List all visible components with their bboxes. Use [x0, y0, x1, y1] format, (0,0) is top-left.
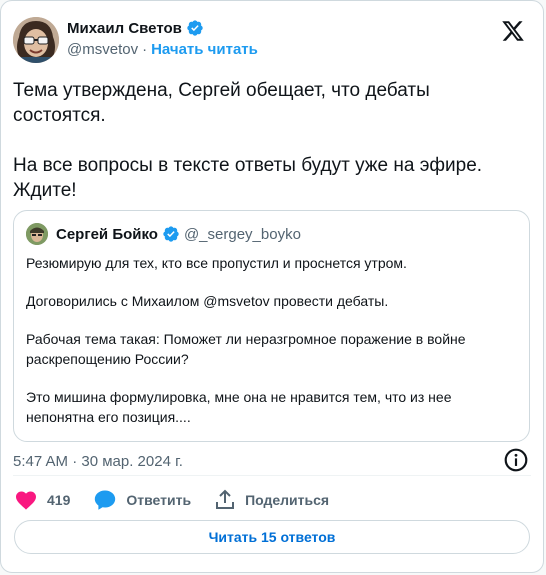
share-label: Поделиться — [245, 492, 330, 508]
follow-link[interactable]: Начать читать — [151, 41, 258, 58]
quote-paragraph: Рабочая тема такая: Поможет ли неразгром… — [26, 331, 466, 367]
action-bar: 419 Ответить Поделиться — [13, 485, 351, 515]
author-avatar[interactable] — [13, 17, 59, 63]
quote-author-name: Сергей Бойко — [56, 225, 158, 243]
read-replies-button[interactable]: Читать 15 ответов — [14, 520, 530, 554]
tweet-timestamp[interactable]: 5:47 AM · 30 мар. 2024 г. — [13, 453, 183, 470]
verified-badge-icon — [186, 19, 204, 37]
tweet-paragraph: Тема утверждена, Сергей обещает, что деб… — [13, 80, 430, 126]
quote-text: Резюмирую для тех, кто все пропустил и п… — [26, 253, 521, 445]
verified-badge-icon — [162, 225, 180, 243]
tweet-card: Михаил Светов @msvetov · Начать читать Т… — [0, 0, 544, 573]
quote-author-avatar — [26, 223, 48, 245]
tweet-header: Михаил Светов @msvetov · Начать читать — [13, 15, 531, 65]
divider — [13, 475, 531, 476]
reply-bubble-icon — [95, 490, 116, 510]
share-icon — [216, 489, 235, 509]
tweet-paragraph: На все вопросы в тексте ответы будут уже… — [13, 155, 483, 201]
like-button[interactable]: 419 — [13, 488, 70, 512]
info-icon[interactable] — [503, 447, 529, 473]
author-display-name[interactable]: Михаил Светов — [67, 20, 182, 37]
like-count: 419 — [47, 492, 71, 508]
heart-icon — [16, 491, 36, 510]
separator-dot: · — [142, 41, 148, 58]
author-handle[interactable]: @msvetov — [67, 41, 138, 58]
reply-label: Ответить — [126, 492, 192, 508]
author-name-row: Михаил Светов — [67, 19, 204, 37]
tweet-text: Тема утверждена, Сергей обещает, что деб… — [13, 78, 523, 228]
author-handle-row: @msvetov · Начать читать — [67, 41, 258, 58]
quote-paragraph: Договорились с Михаилом @msvetov провест… — [26, 293, 389, 309]
x-logo-icon[interactable] — [501, 19, 525, 43]
quote-paragraph: Это мишина формулировка, мне она не нрав… — [26, 389, 452, 425]
quote-author-handle: @_sergey_boyko — [183, 225, 301, 243]
share-button[interactable]: Поделиться — [213, 488, 329, 512]
quote-paragraph: Резюмирую для тех, кто все пропустил и п… — [26, 255, 407, 271]
reply-button[interactable]: Ответить — [92, 488, 191, 512]
quote-header: Сергей Бойко @_sergey_boyko — [26, 223, 301, 245]
quoted-tweet[interactable]: Сергей Бойко @_sergey_boyko Резюмирую дл… — [13, 210, 530, 442]
